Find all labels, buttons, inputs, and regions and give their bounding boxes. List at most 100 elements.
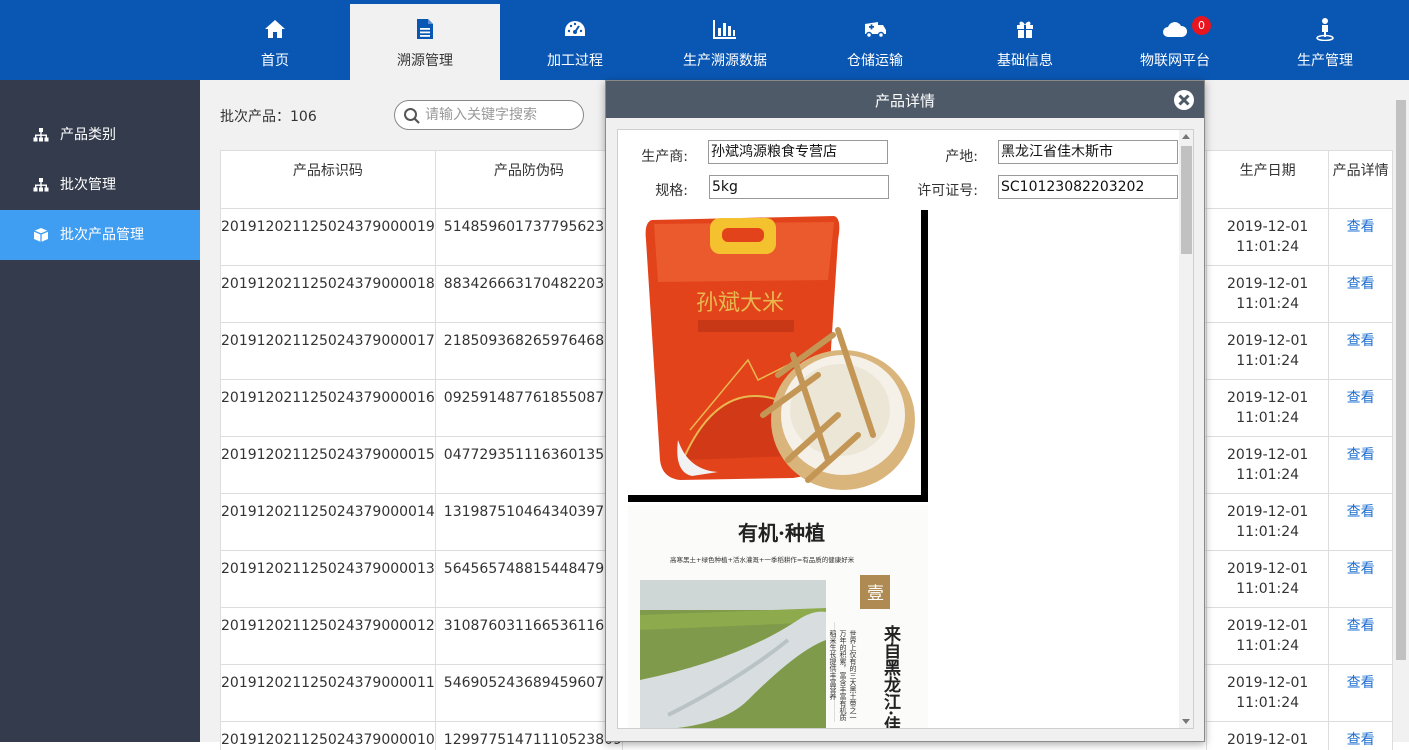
search-icon: [403, 107, 421, 125]
nav-item-production-management[interactable]: 生产管理: [1250, 4, 1400, 80]
document-icon: [350, 16, 500, 42]
view-link[interactable]: 查看: [1347, 390, 1375, 406]
modal-scrollbar-thumb[interactable]: [1181, 146, 1192, 254]
batch-product-count: 批次产品：106: [220, 106, 317, 126]
home-icon: [200, 16, 350, 42]
cell-product-code: 201912021125024379000010: [221, 722, 436, 750]
svg-text:稻米生长提供丰富营养: 稻米生长提供丰富营养: [829, 629, 837, 701]
cell-product-code: 201912021125024379000011: [221, 665, 436, 722]
cell-detail: 查看: [1329, 323, 1393, 380]
cell-production-date: 2019-12-01 11:01:24: [1206, 494, 1328, 551]
sidebar-item-batch-product-management[interactable]: 批次产品管理: [0, 210, 200, 260]
cell-anti-fake-code: 13198751046434039765: [435, 494, 622, 551]
nav-label: 基础信息: [950, 52, 1100, 70]
sidebar-item-batch-management[interactable]: 批次管理: [0, 160, 200, 210]
hierarchy-icon: [33, 127, 49, 143]
svg-text:世界上仅有的三大黑土带之一: 世界上仅有的三大黑土带之一: [849, 629, 857, 721]
nav-label: 溯源管理: [350, 52, 500, 70]
cell-product-code: 201912021125024379000015: [221, 437, 436, 494]
cell-production-date: 2019-12-01 11:01:24: [1206, 209, 1328, 266]
modal-scrollbar[interactable]: [1179, 130, 1194, 728]
cell-detail: 查看: [1329, 494, 1393, 551]
person-pin-icon: [1250, 16, 1400, 42]
cell-production-date: 2019-12-01: [1206, 722, 1328, 750]
header-anti-fake-code: 产品防伪码: [435, 151, 622, 209]
cell-product-code: 201912021125024379000013: [221, 551, 436, 608]
nav-item-storage-transport[interactable]: 仓储运输: [800, 4, 950, 80]
gift-icon: [950, 16, 1100, 42]
cell-product-code: 201912021125024379000012: [221, 608, 436, 665]
cell-detail: 查看: [1329, 380, 1393, 437]
header-production-date: 生产日期: [1206, 151, 1328, 209]
view-link[interactable]: 查看: [1347, 618, 1375, 634]
manufacturer-label: 生产商:: [628, 146, 688, 166]
nav-label: 首页: [200, 52, 350, 70]
modal-body: 生产商: 孙斌鸿源粮食专营店 产地: 黑龙江省佳木斯市 规格: 5kg 许可证号…: [617, 129, 1194, 729]
nav-item-iot-platform[interactable]: 0 物联网平台: [1100, 4, 1250, 80]
nav-item-processing[interactable]: 加工过程: [500, 4, 650, 80]
cell-anti-fake-code: 88342666317048220390: [435, 266, 622, 323]
cell-production-date: 2019-12-01 11:01:24: [1206, 551, 1328, 608]
cell-production-date: 2019-12-01 11:01:24: [1206, 437, 1328, 494]
nav-item-production-data[interactable]: 生产溯源数据: [650, 4, 800, 80]
cell-production-date: 2019-12-01 11:01:24: [1206, 608, 1328, 665]
cell-production-date: 2019-12-01 11:01:24: [1206, 665, 1328, 722]
svg-text:万年的积累，富含丰富有机质: 万年的积累，富含丰富有机质: [839, 630, 847, 722]
cell-detail: 查看: [1329, 551, 1393, 608]
organic-slogan: 高寒黑土+绿色种植+活水灌溉+一季稻耕作=有品质的健康好米: [670, 555, 855, 564]
product-image: 孙斌大米 有机·种植 高寒黑土+绿色种植+活水灌溉+一季稻耕作=有品质的健康好米…: [628, 210, 928, 729]
hierarchy-icon: [33, 177, 49, 193]
origin-label: 产地:: [908, 146, 978, 166]
nav-label: 生产溯源数据: [650, 52, 800, 70]
cell-production-date: 2019-12-01 11:01:24: [1206, 266, 1328, 323]
nav-item-home[interactable]: 首页: [200, 4, 350, 80]
cell-detail: 查看: [1329, 665, 1393, 722]
license-field[interactable]: SC10123082203202: [998, 175, 1178, 199]
sidebar-item-product-category[interactable]: 产品类别: [0, 110, 200, 160]
cell-anti-fake-code: 12997751471110523809: [435, 722, 622, 750]
origin-field[interactable]: 黑龙江省佳木斯市: [998, 140, 1178, 164]
view-link[interactable]: 查看: [1347, 732, 1375, 748]
nav-item-basic-info[interactable]: 基础信息: [950, 4, 1100, 80]
sidebar-item-label: 批次产品管理: [60, 227, 144, 243]
license-label: 许可证号:: [898, 180, 978, 200]
cloud-icon: [1100, 16, 1250, 42]
search-input[interactable]: [425, 104, 575, 126]
cell-anti-fake-code: 51485960173779562391: [435, 209, 622, 266]
cell-anti-fake-code: 56456574881544847938: [435, 551, 622, 608]
box-icon: [33, 227, 49, 243]
dashboard-icon: [500, 16, 650, 42]
sidebar-item-label: 批次管理: [60, 177, 116, 193]
page-scrollbar-thumb[interactable]: [1396, 100, 1406, 660]
view-link[interactable]: 查看: [1347, 447, 1375, 463]
cell-product-code: 201912021125024379000016: [221, 380, 436, 437]
cell-anti-fake-code: 04772935111636013531: [435, 437, 622, 494]
cell-detail: 查看: [1329, 608, 1393, 665]
cell-detail: 查看: [1329, 722, 1393, 750]
view-link[interactable]: 查看: [1347, 276, 1375, 292]
modal-header[interactable]: 产品详情: [606, 81, 1204, 118]
top-navigation: 首页 溯源管理 加工过程 生产溯源数据 仓储运输 基础信息 0 物联: [0, 0, 1409, 80]
organic-heading: 有机·种植: [738, 521, 825, 545]
search-box[interactable]: [394, 100, 584, 130]
scroll-up-arrow-icon[interactable]: [1182, 134, 1190, 139]
page-scrollbar[interactable]: [1393, 80, 1409, 742]
header-product-code: 产品标识码: [221, 151, 436, 209]
river-landscape: [640, 580, 826, 729]
spec-field[interactable]: 5kg: [709, 175, 889, 199]
view-link[interactable]: 查看: [1347, 333, 1375, 349]
manufacturer-field[interactable]: 孙斌鸿源粮食专营店: [708, 140, 888, 164]
cell-production-date: 2019-12-01 11:01:24: [1206, 380, 1328, 437]
nav-item-traceability[interactable]: 溯源管理: [350, 4, 500, 80]
view-link[interactable]: 查看: [1347, 675, 1375, 691]
cell-detail: 查看: [1329, 437, 1393, 494]
view-link[interactable]: 查看: [1347, 219, 1375, 235]
cell-product-code: 201912021125024379000018: [221, 266, 436, 323]
cell-anti-fake-code: 21850936826597646879: [435, 323, 622, 380]
view-link[interactable]: 查看: [1347, 561, 1375, 577]
view-link[interactable]: 查看: [1347, 504, 1375, 520]
cell-production-date: 2019-12-01 11:01:24: [1206, 323, 1328, 380]
close-icon[interactable]: [1173, 89, 1195, 111]
seal-text: 壹: [867, 584, 884, 604]
scroll-down-arrow-icon[interactable]: [1182, 719, 1190, 724]
